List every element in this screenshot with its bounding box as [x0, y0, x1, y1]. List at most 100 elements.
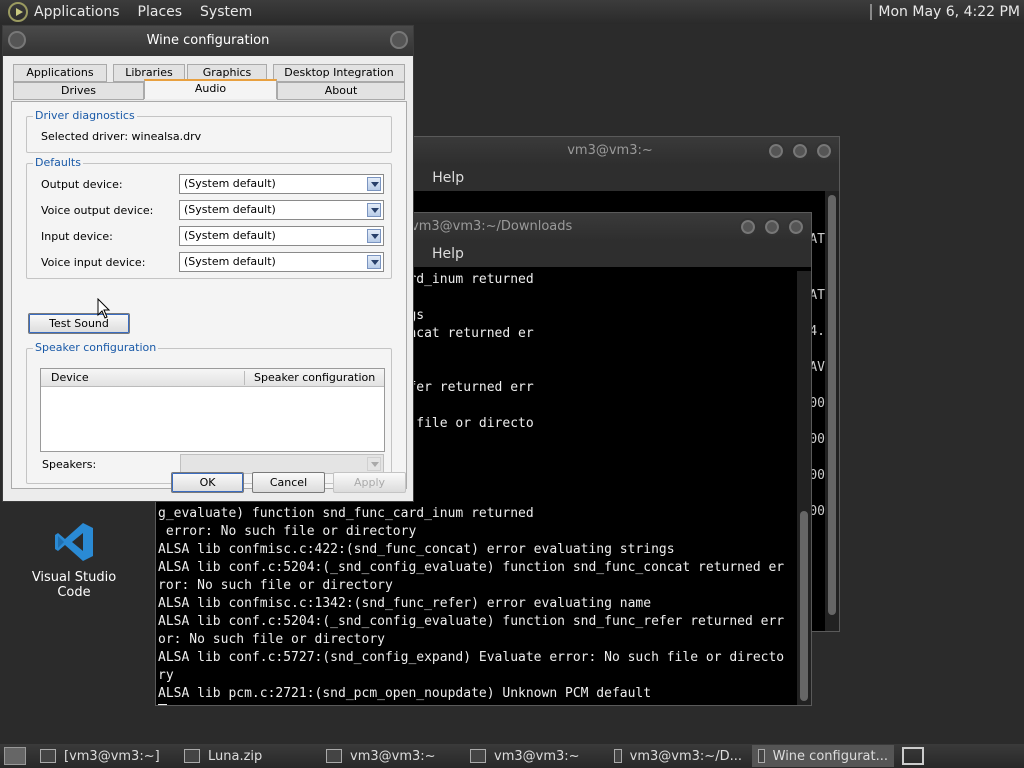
wine-config-icon — [758, 749, 765, 763]
scrollbar[interactable] — [797, 271, 811, 705]
task-terminal-downloads[interactable]: vm3@vm3:~/D... — [608, 745, 748, 767]
menu-help[interactable]: Help — [432, 246, 464, 262]
tab-desktop-integration[interactable]: Desktop Integration — [273, 64, 405, 82]
task-label: vm3@vm3:~ — [350, 748, 436, 764]
select-value: (System default) — [184, 203, 276, 216]
task-terminal-1[interactable]: [vm3@vm3:~] — [34, 745, 174, 767]
voice-output-device-select[interactable]: (System default) — [179, 200, 384, 220]
panel-separator — [870, 4, 873, 20]
clock-text: Mon May 6, 4:22 PM — [878, 4, 1020, 20]
minimize-button[interactable] — [739, 218, 757, 236]
defaults-group: Defaults Output device: (System default)… — [26, 156, 392, 279]
task-label: Luna.zip — [208, 748, 263, 764]
column-divider[interactable] — [244, 371, 245, 385]
close-button[interactable] — [390, 31, 408, 49]
dropdown-arrow-icon[interactable] — [367, 229, 381, 243]
group-title: Defaults — [33, 156, 83, 169]
terminal-line: ALSA lib conf.c:5204:(_snd_config_evalua… — [158, 560, 785, 575]
task-wine-configuration[interactable]: Wine configurat... — [752, 745, 894, 767]
output-device-select[interactable]: (System default) — [179, 174, 384, 194]
terminal-line: ALSA lib pcm.c:2721:(snd_pcm_open_noupda… — [158, 686, 652, 701]
cancel-button[interactable]: Cancel — [252, 472, 325, 493]
tab-audio[interactable]: Audio — [144, 79, 277, 99]
select-value: (System default) — [184, 255, 276, 268]
menu-system[interactable]: System — [200, 4, 252, 20]
terminal-line: error: No such file or directory — [158, 524, 417, 539]
group-title: Driver diagnostics — [33, 109, 137, 122]
mouse-cursor-icon — [97, 298, 111, 319]
vscode-icon — [55, 523, 93, 561]
maximize-button[interactable] — [791, 142, 809, 160]
terminal-cursor — [158, 704, 167, 705]
voice-input-device-select[interactable]: (System default) — [179, 252, 384, 272]
select-value: (System default) — [184, 229, 276, 242]
close-button[interactable] — [787, 218, 805, 236]
terminal-line: or: No such file or directory — [158, 632, 385, 647]
audio-panel: Driver diagnostics Selected driver: wine… — [11, 101, 407, 489]
task-terminal-2[interactable]: vm3@vm3:~ — [320, 745, 460, 767]
terminal-icon — [326, 749, 342, 763]
ok-button[interactable]: OK — [171, 472, 244, 493]
selected-driver-text: Selected driver: winealsa.drv — [41, 130, 202, 143]
speaker-list[interactable]: Device Speaker configuration — [40, 368, 385, 452]
minimize-button[interactable] — [767, 142, 785, 160]
show-desktop-icon[interactable] — [4, 747, 26, 765]
task-label: Wine configurat... — [772, 748, 888, 764]
output-device-label: Output device: — [41, 178, 123, 191]
desktop-icon-vscode[interactable]: Visual Studio Code — [14, 520, 134, 600]
terminal-line: ALSA lib conf.c:5204:(_snd_config_evalua… — [158, 614, 785, 629]
taskbar: [vm3@vm3:~] Luna.zip vm3@vm3:~ vm3@vm3:~… — [0, 744, 1024, 768]
speakers-select[interactable] — [180, 454, 384, 474]
speakers-label: Speakers: — [42, 458, 97, 471]
column-speaker-configuration[interactable]: Speaker configuration — [254, 371, 375, 384]
menu-help[interactable]: Help — [432, 170, 464, 186]
workspace-switcher-icon[interactable] — [902, 747, 924, 765]
terminal-line: ry — [158, 668, 174, 683]
terminal-line: ror: No such file or directory — [158, 578, 393, 593]
tab-drives[interactable]: Drives — [13, 82, 144, 100]
tab-applications[interactable]: Applications — [13, 64, 107, 82]
tab-about[interactable]: About — [277, 82, 405, 100]
apply-button[interactable]: Apply — [333, 472, 406, 493]
terminal-line: ALSA lib confmisc.c:1342:(snd_func_refer… — [158, 596, 652, 611]
close-button[interactable] — [815, 142, 833, 160]
test-sound-button[interactable]: Test Sound — [28, 313, 130, 334]
select-value: (System default) — [184, 177, 276, 190]
dialog-titlebar[interactable]: Wine configuration — [3, 26, 413, 56]
terminal-menubar: inal Help — [381, 165, 839, 191]
list-header: Device Speaker configuration — [41, 369, 384, 387]
scrollbar[interactable] — [825, 191, 839, 631]
input-device-label: Input device: — [41, 230, 113, 243]
distro-logo-icon[interactable] — [8, 2, 28, 22]
voice-input-device-label: Voice input device: — [41, 256, 146, 269]
terminal-icon — [614, 749, 622, 763]
window-menu-button[interactable] — [8, 31, 26, 49]
task-luna-zip[interactable]: Luna.zip — [178, 745, 316, 767]
top-panel: Applications Places System Mon May 6, 4:… — [0, 0, 1024, 24]
archive-icon — [184, 749, 200, 763]
scrollbar-thumb[interactable] — [828, 195, 836, 615]
dropdown-arrow-icon[interactable] — [367, 177, 381, 191]
dropdown-arrow-icon[interactable] — [367, 457, 381, 471]
terminal-icon — [470, 749, 486, 763]
column-device[interactable]: Device — [51, 371, 89, 384]
menu-places[interactable]: Places — [138, 4, 183, 20]
group-title: Speaker configuration — [33, 341, 159, 354]
terminal-line: ALSA lib confmisc.c:422:(snd_func_concat… — [158, 542, 675, 557]
clock[interactable]: Mon May 6, 4:22 PM — [870, 0, 1020, 24]
task-label: vm3@vm3:~ — [494, 748, 580, 764]
input-device-select[interactable]: (System default) — [179, 226, 384, 246]
dialog-title: Wine configuration — [146, 33, 270, 48]
terminal-titlebar[interactable]: vm3@vm3:~ — [381, 137, 839, 165]
wine-config-dialog[interactable]: Wine configuration Applications Librarie… — [2, 25, 414, 502]
task-terminal-3[interactable]: vm3@vm3:~ — [464, 745, 604, 767]
terminal-line: ALSA lib conf.c:5727:(snd_config_expand)… — [158, 650, 785, 665]
maximize-button[interactable] — [763, 218, 781, 236]
scrollbar-thumb[interactable] — [800, 511, 808, 701]
voice-output-device-label: Voice output device: — [41, 204, 154, 217]
dropdown-arrow-icon[interactable] — [367, 203, 381, 217]
dropdown-arrow-icon[interactable] — [367, 255, 381, 269]
menu-applications[interactable]: Applications — [34, 4, 120, 20]
driver-diagnostics-group: Driver diagnostics Selected driver: wine… — [26, 109, 392, 153]
task-label: vm3@vm3:~/D... — [629, 748, 742, 764]
